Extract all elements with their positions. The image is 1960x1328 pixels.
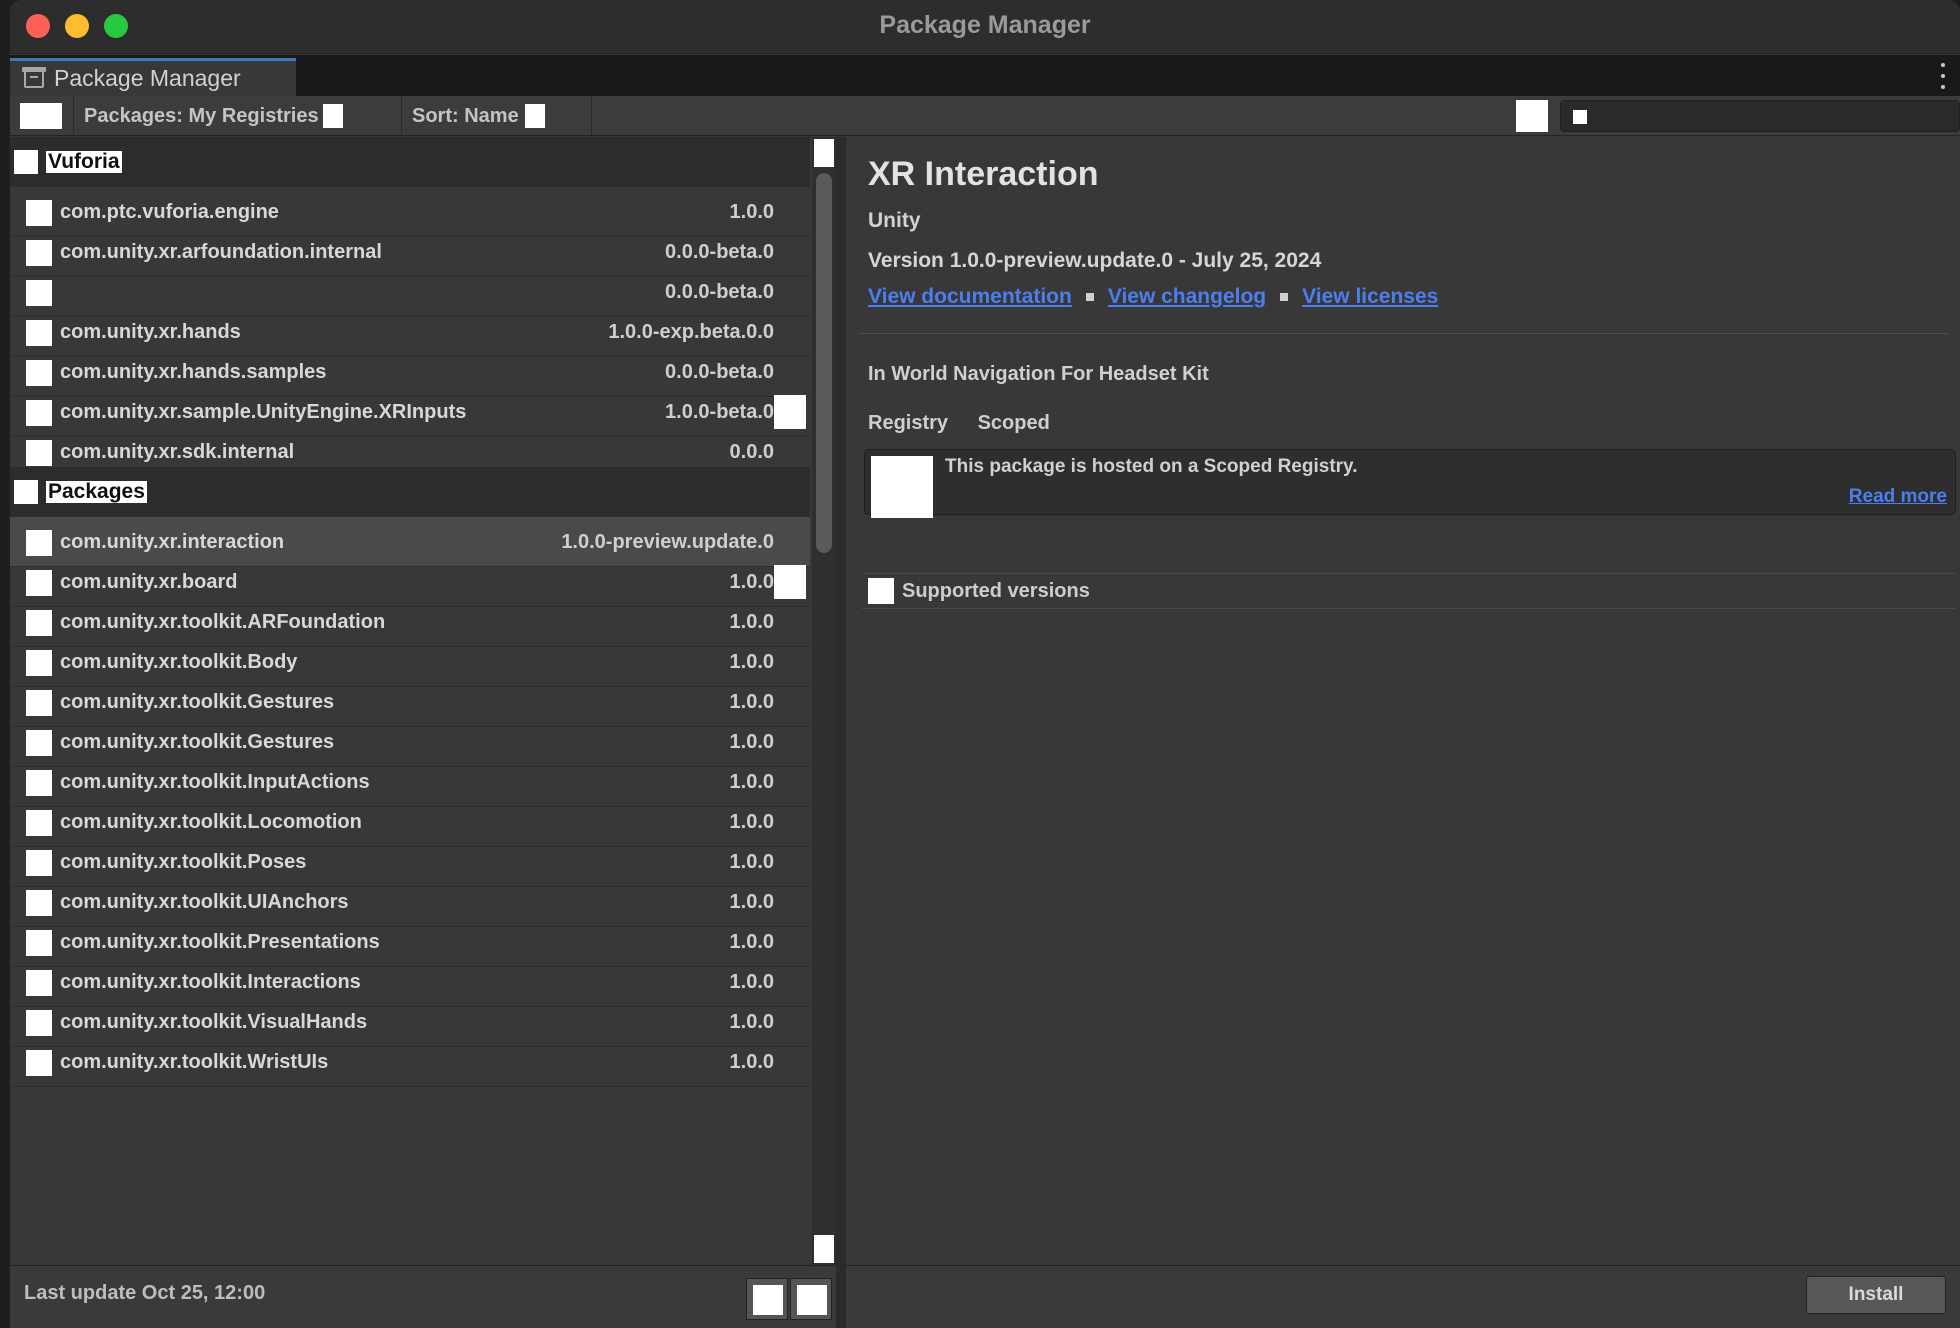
package-manager-window: Package Manager Package Manager Packages… — [10, 0, 1960, 1328]
package-details: XR Interaction Unity Version 1.0.0-previ… — [846, 137, 1960, 1265]
package-icon — [26, 400, 52, 426]
package-icon — [26, 1050, 52, 1076]
package-icon — [26, 360, 52, 386]
package-icon — [26, 930, 52, 956]
sort-dropdown[interactable]: Sort: Name — [402, 96, 592, 136]
section-label: Vuforia — [46, 150, 122, 173]
package-list: Vuforia com.ptc.vuforia.engine 1.0.0 com.un… — [10, 137, 836, 1265]
package-icon — [22, 66, 46, 88]
package-icon — [26, 690, 52, 716]
package-icon — [26, 240, 52, 266]
expand-arrow-icon — [868, 578, 894, 604]
expand-arrow-icon — [14, 480, 38, 504]
scroll-down-arrow-icon[interactable] — [814, 1235, 834, 1263]
refresh-button[interactable] — [746, 1278, 788, 1320]
view-licenses-link[interactable]: View licenses — [1302, 285, 1438, 309]
view-documentation-link[interactable]: View documentation — [868, 285, 1072, 309]
package-icon — [26, 530, 52, 556]
chevron-down-icon — [322, 104, 343, 128]
package-description: In World Navigation For Headset Kit — [868, 363, 1209, 385]
title-bar: Package Manager — [10, 0, 1960, 54]
notice-text: This package is hosted on a Scoped Regis… — [945, 456, 1358, 477]
package-icon — [26, 970, 52, 996]
list-options-button[interactable] — [790, 1278, 832, 1320]
separator-dot — [1085, 293, 1094, 301]
package-author: Unity — [868, 209, 921, 232]
section-header[interactable]: Vuforia — [10, 137, 810, 187]
list-scrollbar[interactable] — [812, 137, 836, 1265]
package-title: XR Interaction — [868, 155, 1099, 193]
search-input[interactable] — [1560, 100, 1960, 132]
sort-label: Sort: Name — [412, 104, 519, 127]
tab-bar: Package Manager — [10, 55, 1960, 96]
package-icon — [26, 890, 52, 916]
search-icon — [1573, 110, 1587, 124]
package-icon — [26, 650, 52, 676]
chevron-down-icon — [524, 104, 545, 128]
scroll-up-arrow-icon[interactable] — [814, 139, 834, 167]
supported-versions-foldout[interactable]: Supported versions — [862, 573, 1956, 609]
supported-versions-label: Supported versions — [902, 579, 1090, 602]
list-footer: Last update Oct 25, 12:00 — [10, 1265, 836, 1328]
options-icon — [797, 1285, 827, 1315]
filter-icon[interactable] — [1516, 100, 1548, 132]
update-available-icon — [774, 395, 806, 429]
install-button[interactable]: Install — [1806, 1276, 1946, 1314]
details-footer: Install — [846, 1265, 1960, 1328]
warning-icon — [871, 456, 933, 518]
refresh-icon — [753, 1285, 783, 1315]
registry-filter-dropdown[interactable]: Packages: My Registries — [74, 96, 402, 136]
last-update-text: Last update Oct 25, 12:00 — [24, 1282, 266, 1304]
tab-package-manager[interactable]: Package Manager — [10, 58, 296, 96]
package-version: 1.0.0 — [729, 1051, 774, 1073]
registry-label: Registry — [868, 412, 949, 434]
package-icon — [26, 810, 52, 836]
package-icon — [26, 850, 52, 876]
registry-value: Scoped — [977, 412, 1050, 434]
package-icon — [26, 320, 52, 346]
package-icon — [26, 200, 52, 226]
package-icon — [26, 280, 52, 306]
panel-splitter[interactable] — [836, 137, 846, 1328]
package-icon — [26, 610, 52, 636]
expand-arrow-icon — [14, 150, 38, 174]
tab-label: Package Manager — [54, 65, 241, 91]
package-icon — [26, 770, 52, 796]
more-options-icon[interactable] — [1940, 63, 1946, 89]
plus-icon — [20, 103, 62, 129]
package-version-line: Version 1.0.0-preview.update.0 - July 25… — [868, 249, 1322, 272]
read-more-link[interactable]: Read more — [1849, 486, 1947, 508]
scroll-thumb[interactable] — [816, 173, 832, 553]
registry-filter-label: Packages: My Registries — [84, 104, 319, 127]
add-package-button[interactable] — [10, 96, 74, 136]
package-icon — [26, 570, 52, 596]
registry-info: Registry Scoped — [868, 412, 1050, 435]
update-available-icon — [774, 565, 806, 599]
package-icon — [26, 1010, 52, 1036]
divider — [858, 333, 1948, 334]
package-icon — [26, 440, 52, 466]
separator-dot — [1280, 293, 1289, 301]
package-links: View documentation View changelog View l… — [868, 285, 1438, 309]
package-name: com.unity.xr.toolkit.WristUIs — [60, 1051, 329, 1073]
list-item[interactable]: com.unity.xr.toolkit.WristUIs 1.0.0 — [10, 1037, 810, 1087]
section-label: Packages — [46, 480, 147, 503]
package-icon — [26, 730, 52, 756]
toolbar: Packages: My Registries Sort: Name — [10, 96, 1960, 136]
window-title: Package Manager — [879, 11, 1091, 39]
view-changelog-link[interactable]: View changelog — [1108, 285, 1266, 309]
scoped-registry-notice: This package is hosted on a Scoped Regis… — [864, 449, 1956, 518]
section-header[interactable]: Packages — [10, 467, 810, 517]
